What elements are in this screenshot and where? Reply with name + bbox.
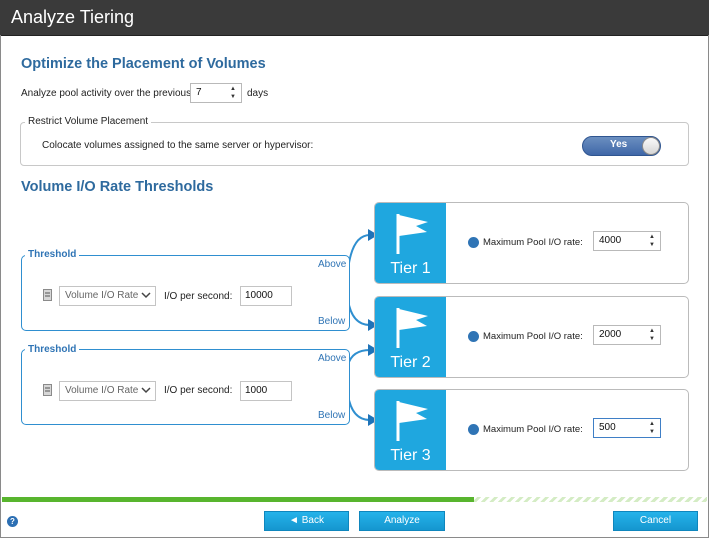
metric-select-1[interactable]: Volume I/O Rate [59, 286, 156, 306]
stepper-arrows-icon[interactable]: ▲ ▼ [648, 327, 656, 343]
io-per-second-label-2: I/O per second: [164, 385, 233, 396]
metric-select-value: Volume I/O Rate [65, 385, 139, 396]
wizard-progress-bar [2, 497, 707, 502]
days-stepper[interactable]: 7 ▲ ▼ [190, 83, 242, 103]
max-pool-io-label-3: Maximum Pool I/O rate: [483, 424, 583, 435]
colocate-toggle[interactable]: Yes [582, 136, 661, 156]
cancel-button[interactable]: Cancel [613, 511, 698, 531]
tier-block-1: Tier 1 [375, 203, 446, 283]
below-label-2: Below [318, 410, 346, 421]
tier-name-2: Tier 2 [390, 354, 431, 371]
toggle-knob[interactable] [642, 137, 660, 155]
io-per-second-input-2[interactable]: 1000 [240, 381, 292, 401]
thresholds-heading: Volume I/O Rate Thresholds [21, 179, 214, 195]
restrict-placement-legend: Restrict Volume Placement [25, 116, 152, 127]
max-pool-io-stepper-2[interactable]: 2000 ▲ ▼ [593, 325, 661, 345]
volume-icon [43, 384, 52, 396]
gear-icon [468, 331, 479, 342]
colocate-label: Colocate volumes assigned to the same se… [42, 140, 314, 151]
gear-icon [468, 237, 479, 248]
tier-panel-2: Tier 2 Maximum Pool I/O rate: 2000 ▲ ▼ [374, 296, 689, 378]
io-per-second-value: 10000 [245, 290, 273, 301]
io-per-second-label-1: I/O per second: [164, 291, 233, 302]
volume-icon [43, 289, 52, 301]
days-value: 7 [196, 87, 202, 98]
below-label-1: Below [318, 316, 346, 327]
max-pool-io-label-1: Maximum Pool I/O rate: [483, 237, 583, 248]
max-pool-io-value-3: 500 [599, 422, 616, 433]
threshold-legend-2: Threshold [25, 344, 80, 355]
tier-panel-1: Tier 1 Maximum Pool I/O rate: 4000 ▲ ▼ [374, 202, 689, 284]
chevron-down-icon [141, 387, 151, 394]
io-per-second-input-1[interactable]: 10000 [240, 286, 292, 306]
tier-name-1: Tier 1 [390, 260, 431, 277]
gear-icon [468, 424, 479, 435]
tier-block-3: Tier 3 [375, 390, 446, 470]
flag-icon [396, 308, 428, 348]
max-pool-io-value-2: 2000 [599, 329, 622, 340]
days-unit-label: days [247, 88, 269, 99]
optimize-heading: Optimize the Placement of Volumes [21, 56, 266, 72]
threshold-legend-1: Threshold [25, 249, 80, 260]
flag-icon [396, 214, 428, 254]
analyze-button[interactable]: Analyze [359, 511, 445, 531]
flag-icon [396, 401, 428, 441]
tier-name-3: Tier 3 [390, 447, 431, 464]
tier-block-2: Tier 2 [375, 297, 446, 377]
max-pool-io-stepper-3[interactable]: 500 ▲ ▼ [593, 418, 661, 438]
max-pool-io-stepper-1[interactable]: 4000 ▲ ▼ [593, 231, 661, 251]
help-icon[interactable]: ? [7, 516, 18, 527]
tier-panel-3: Tier 3 Maximum Pool I/O rate: 500 ▲ ▼ [374, 389, 689, 471]
stepper-arrows-icon[interactable]: ▲ ▼ [229, 85, 237, 101]
title-bar: Analyze Tiering [0, 0, 709, 36]
back-button[interactable]: ◄ Back [264, 511, 349, 531]
max-pool-io-label-2: Maximum Pool I/O rate: [483, 331, 583, 342]
stepper-arrows-icon[interactable]: ▲ ▼ [648, 420, 656, 436]
chevron-down-icon [141, 292, 151, 299]
window-title: Analyze Tiering [11, 7, 135, 27]
above-label-2: Above [318, 353, 347, 364]
progress-fill [2, 497, 475, 502]
toggle-label: Yes [610, 139, 628, 150]
metric-select-2[interactable]: Volume I/O Rate [59, 381, 156, 401]
metric-select-value: Volume I/O Rate [65, 290, 139, 301]
stepper-arrows-icon[interactable]: ▲ ▼ [648, 233, 656, 249]
above-label-1: Above [318, 259, 347, 270]
analyze-period-label: Analyze pool activity over the previous [21, 88, 192, 99]
io-per-second-value: 1000 [245, 385, 268, 396]
max-pool-io-value-1: 4000 [599, 235, 622, 246]
